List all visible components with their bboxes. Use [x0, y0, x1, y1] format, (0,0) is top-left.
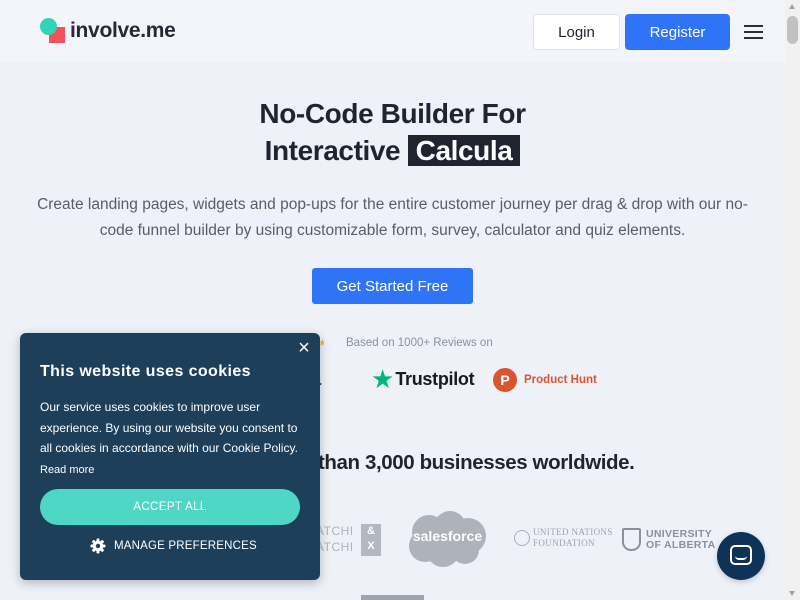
- producthunt-name: Product Hunt: [524, 374, 597, 386]
- trustpilot-name: Trustpilot: [395, 368, 475, 389]
- hero-title-prefix: Interactive: [264, 135, 401, 166]
- client-ms-line2: ATCHI: [316, 540, 354, 554]
- cookie-body-text: Our service uses cookies to improve user…: [40, 400, 298, 455]
- client-logo-mschf: ATCHI ATCHI & X: [316, 523, 382, 557]
- scroll-thumb[interactable]: [787, 16, 798, 44]
- trustpilot-logo[interactable]: ★ Trustpilot: [371, 364, 475, 394]
- register-button[interactable]: Register: [625, 14, 730, 50]
- hero-title-line1: No-Code Builder For: [259, 98, 526, 129]
- shield-icon: [622, 528, 641, 551]
- cookie-title: This website uses cookies: [40, 363, 251, 380]
- read-more-link[interactable]: Read more: [40, 464, 94, 476]
- salesforce-text: salesforce: [412, 528, 483, 544]
- cookie-consent-panel: × This website uses cookies Our service …: [20, 333, 320, 580]
- site-header: involve.me Login Register: [0, 0, 785, 62]
- reviews-label: Based on 1000+ Reviews on: [346, 337, 493, 349]
- logo-mark-icon: [40, 18, 66, 44]
- client-ms-box-bottom: X: [367, 540, 375, 552]
- close-icon[interactable]: ×: [295, 338, 313, 358]
- scroll-down-icon[interactable]: [789, 591, 795, 596]
- hero-title-line2: Interactive Calcula: [0, 132, 785, 169]
- login-button[interactable]: Login: [533, 14, 620, 50]
- chat-launcher-button[interactable]: [717, 532, 765, 580]
- hero-subtitle: Create landing pages, widgets and pop-up…: [37, 196, 748, 239]
- manage-preferences-label: MANAGE PREFERENCES: [114, 540, 257, 552]
- gear-icon: [90, 538, 106, 554]
- client-ua-line1: UNIVERSITY: [646, 527, 713, 540]
- client-logo-university-of-alberta: UNIVERSITY OF ALBERTA: [622, 528, 716, 551]
- scroll-up-icon[interactable]: [789, 4, 795, 9]
- client-logo-salesforce: salesforce: [405, 510, 490, 569]
- producthunt-icon: P: [493, 368, 517, 392]
- client-un-line1: UNITED NATIONS: [533, 527, 613, 537]
- cookie-body: Our service uses cookies to improve user…: [40, 397, 305, 480]
- manage-preferences-button[interactable]: MANAGE PREFERENCES: [90, 538, 257, 554]
- trusted-by-heading: than 3,000 businesses worldwide.: [318, 451, 635, 474]
- chat-icon: [730, 545, 752, 565]
- globe-icon: [514, 530, 530, 546]
- trustpilot-star-icon: ★: [371, 364, 395, 394]
- client-ms-line1: ATCHI: [316, 524, 354, 538]
- get-started-button[interactable]: Get Started Free: [312, 268, 473, 304]
- client-logo-un-foundation: UNITED NATIONS FOUNDATION: [514, 527, 613, 549]
- hero-title: No-Code Builder For Interactive Calcula: [0, 95, 785, 169]
- logo-text: involve.me: [70, 19, 176, 42]
- client-un-line2: FOUNDATION: [533, 538, 595, 548]
- accept-all-button[interactable]: ACCEPT ALL: [40, 489, 300, 525]
- involve-me-logo[interactable]: involve.me: [40, 18, 176, 44]
- client-ms-box-top: &: [367, 525, 375, 537]
- partial-logo: [361, 595, 424, 600]
- client-ua-line2: OF ALBERTA: [646, 538, 716, 551]
- hero-title-highlight: Calcula: [407, 135, 521, 166]
- producthunt-logo[interactable]: P Product Hunt: [493, 368, 597, 392]
- menu-icon[interactable]: [744, 25, 763, 39]
- page-scrollbar[interactable]: [785, 0, 800, 600]
